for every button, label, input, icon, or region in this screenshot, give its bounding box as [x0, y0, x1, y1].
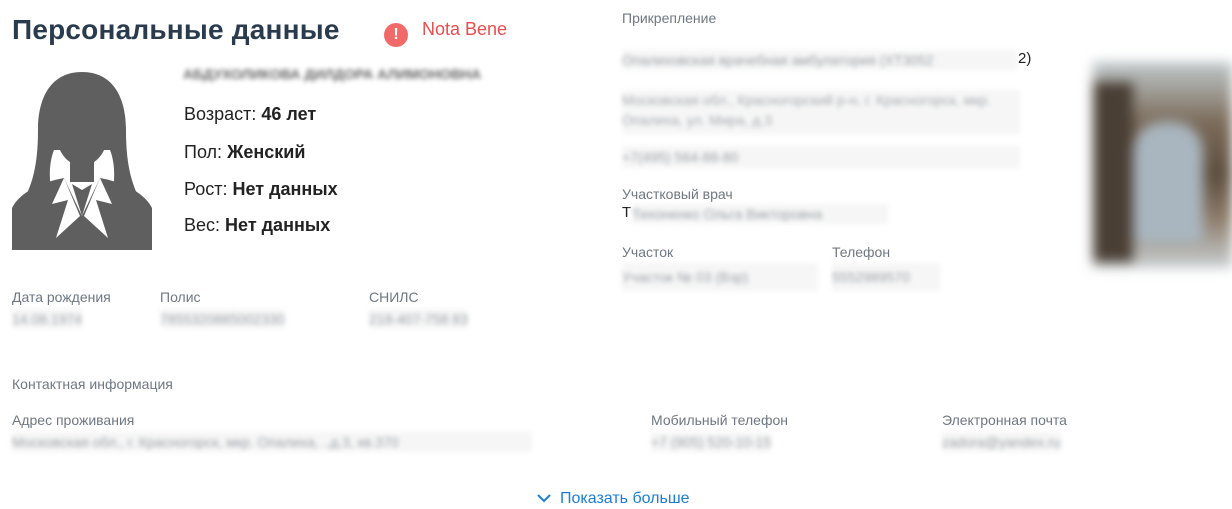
doctor-initial: Т — [622, 204, 632, 221]
mobile-label: Мобильный телефон — [651, 412, 788, 428]
doctor-value: Тихоненко Ольга Викторовна — [632, 204, 888, 224]
address-value: Московская обл., г. Красногорск, мкр. Оп… — [12, 432, 532, 452]
height-label: Рост: — [184, 179, 228, 199]
policy-value: 7855320885002330 — [160, 309, 285, 329]
policy-label: Полис — [160, 289, 201, 305]
avatar — [12, 66, 152, 250]
age-row: Возраст: 46 лет — [184, 104, 316, 125]
patient-name: АБДУХОЛИКОВА ДИЛДОРА АЛИМОНОВНА — [183, 66, 482, 82]
weight-row: Вес: Нет данных — [184, 215, 330, 236]
snils-label: СНИЛС — [369, 289, 419, 305]
birth-date-label: Дата рождения — [12, 289, 111, 305]
district-value: Участок № 03 (Взр) — [622, 263, 818, 291]
email-label: Электронная почта — [942, 412, 1067, 428]
address-label: Адрес проживания — [12, 412, 135, 428]
age-label: Возраст: — [184, 104, 257, 124]
sex-value: Женский — [227, 142, 306, 162]
page-title: Персональные данные — [12, 14, 340, 45]
weight-label: Вес: — [184, 215, 221, 235]
sex-label: Пол: — [184, 142, 223, 162]
height-value: Нет данных — [232, 179, 338, 199]
attachment-org: Опалиховская врачебная амбулатория (ХТ30… — [622, 50, 1018, 70]
nota-bene-link[interactable]: Nota Bene — [422, 19, 507, 40]
contacts-section-label: Контактная информация — [12, 376, 173, 392]
attachment-org-suffix: 2) — [1018, 50, 1032, 67]
sex-row: Пол: Женский — [184, 142, 305, 163]
show-more-button[interactable]: Показать больше — [560, 490, 690, 508]
email-value[interactable]: zadora@yandex.ru — [942, 432, 1061, 452]
snils-value: 218-407-758 83 — [369, 309, 468, 329]
doctor-label: Участковый врач — [622, 186, 733, 202]
patient-photo — [1093, 62, 1232, 268]
phone-value: 5552989570 — [832, 263, 940, 291]
age-value: 46 лет — [261, 104, 317, 124]
attachment-phone: +7(495) 564-88-80 — [622, 146, 1020, 168]
alert-icon[interactable]: ! — [384, 23, 408, 47]
chevron-down-icon[interactable] — [536, 492, 552, 504]
height-row: Рост: Нет данных — [184, 179, 338, 200]
weight-value: Нет данных — [225, 215, 331, 235]
birth-date-value: 14.08.1974 — [12, 309, 83, 329]
mobile-value: +7 (905) 520-10-15 — [651, 432, 772, 452]
district-label: Участок — [622, 244, 674, 260]
phone-label: Телефон — [832, 244, 891, 260]
attachment-address: Московская обл., Красногорский р-н, г. К… — [622, 90, 1020, 134]
attachment-label: Прикрепление — [622, 10, 717, 26]
